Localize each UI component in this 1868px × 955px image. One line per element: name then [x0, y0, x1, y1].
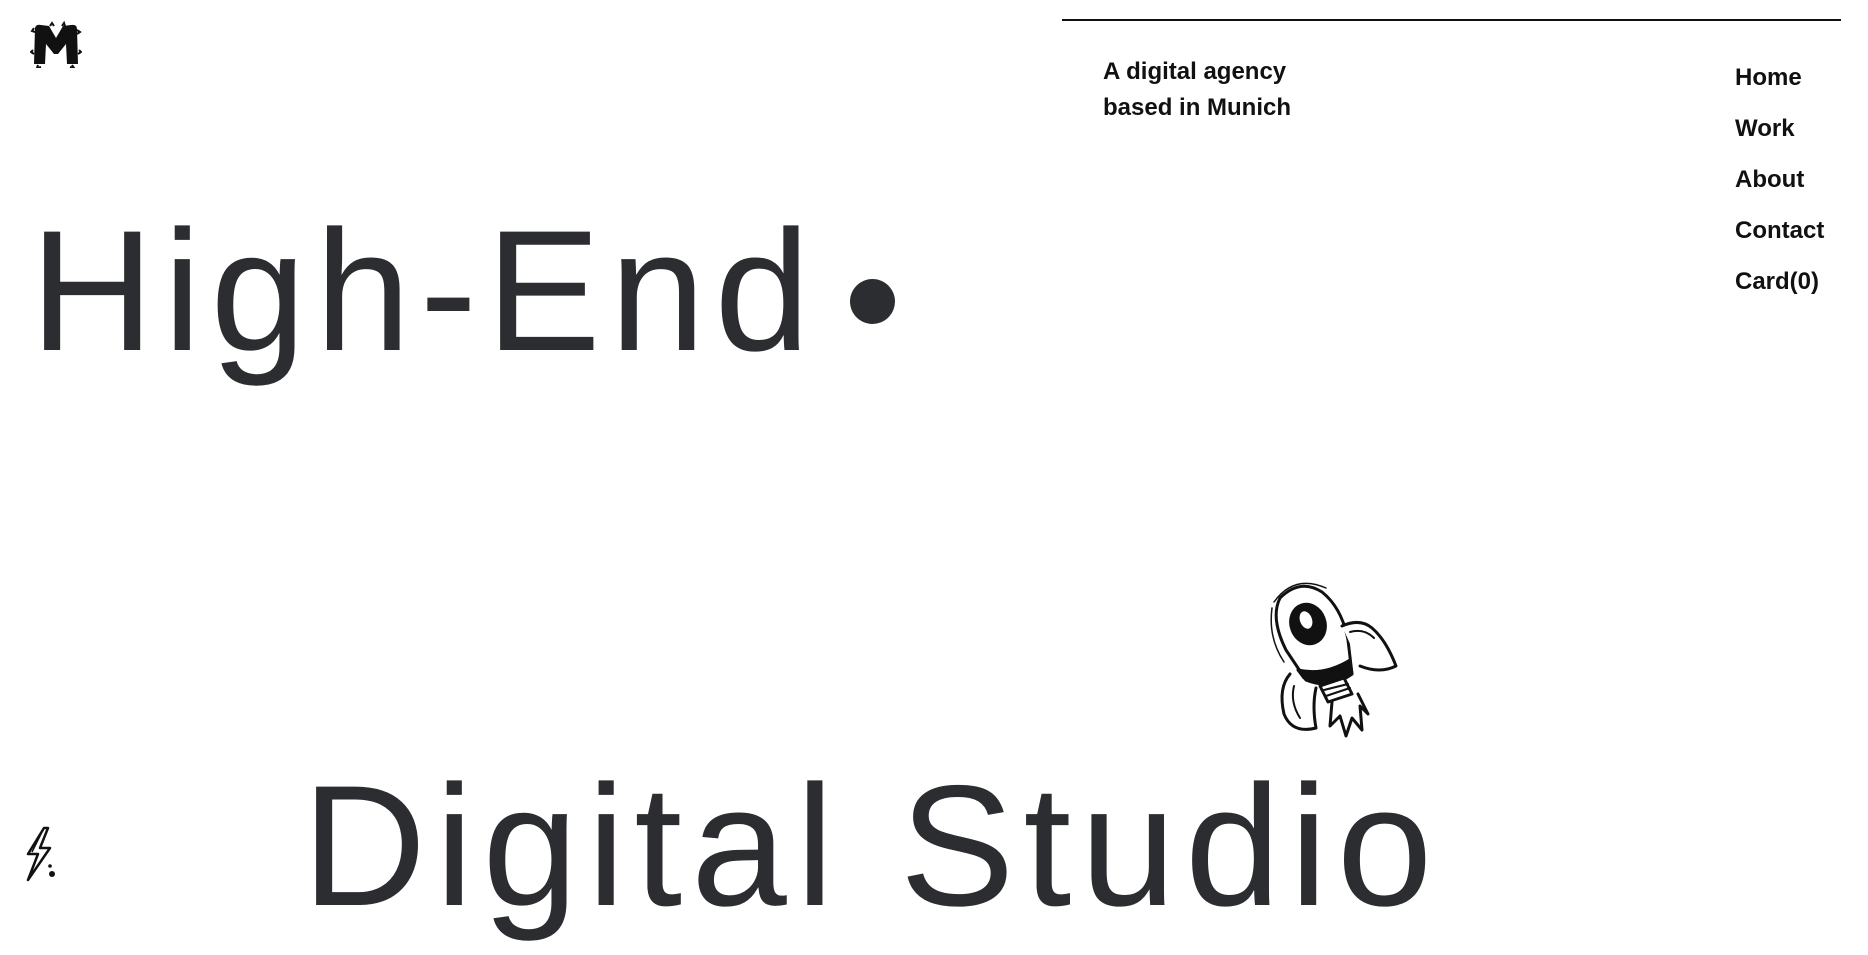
logo-icon[interactable] — [30, 20, 82, 68]
main-nav: Home Work About Contact Card(0) — [1735, 62, 1824, 317]
header-divider — [1062, 19, 1841, 21]
hero-headline-line-1: High-End — [30, 195, 820, 387]
bullet-dot — [850, 279, 895, 324]
tagline-line-1: A digital agency — [1103, 58, 1287, 85]
tagline: A digital agency based in Munich — [1103, 54, 1363, 126]
hero-headline-line-2: Digital Studio — [302, 750, 1442, 942]
lightning-bolt-icon — [26, 826, 55, 882]
nav-home[interactable]: Home — [1735, 62, 1824, 113]
nav-work[interactable]: Work — [1735, 113, 1824, 164]
nav-cart[interactable]: Card(0) — [1735, 266, 1824, 317]
page: A digital agency based in Munich Home Wo… — [0, 0, 1868, 955]
nav-about[interactable]: About — [1735, 164, 1824, 215]
nav-contact[interactable]: Contact — [1735, 215, 1824, 266]
tagline-line-2: based in Munich — [1103, 94, 1292, 121]
rocket-icon — [1270, 582, 1398, 738]
